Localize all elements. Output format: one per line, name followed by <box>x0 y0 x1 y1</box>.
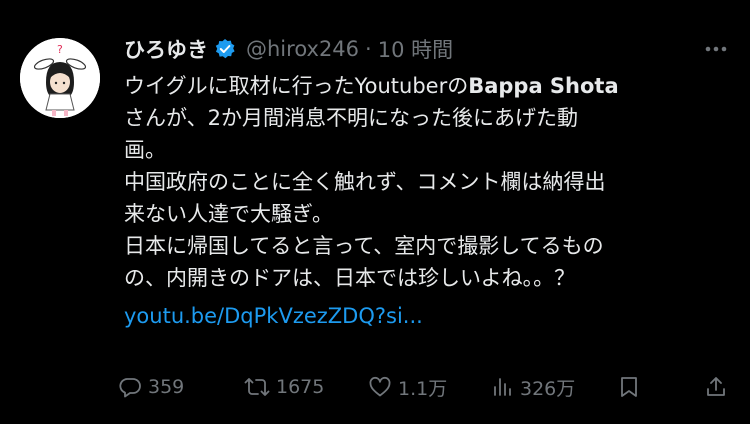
separator-dot: · <box>365 37 372 61</box>
timestamp[interactable]: 10 時間 <box>378 34 453 64</box>
retweet-count: 1675 <box>276 376 325 398</box>
more-icon[interactable] <box>704 37 728 61</box>
retweet-icon <box>244 378 270 396</box>
author-handle[interactable]: @hirox246 <box>246 37 359 61</box>
tweet-text-bold: Bappa Shota <box>468 74 619 98</box>
share-button[interactable] <box>704 371 734 403</box>
tweet-line: さんが、2か月間消息不明になった後にあげた動 <box>124 106 578 130</box>
tweet-line: の、内開きのドアは、日本では珍しいよね。。？ <box>124 266 576 290</box>
tweet-header: ひろゆき @hirox246 · 10 時間 <box>124 32 453 66</box>
tweet-link[interactable]: youtu.be/DqPkVzezZDQ?si... <box>124 300 423 332</box>
svg-text:?: ? <box>57 43 63 56</box>
views-icon <box>494 378 511 396</box>
views-button[interactable]: 326万 <box>492 371 575 403</box>
like-count: 1.1万 <box>398 377 448 400</box>
author-name[interactable]: ひろゆき <box>124 34 208 64</box>
bookmark-icon <box>621 377 637 397</box>
bookmark-button[interactable] <box>618 371 646 403</box>
share-icon <box>707 377 725 396</box>
reply-count: 359 <box>148 376 185 398</box>
views-count: 326万 <box>520 377 576 400</box>
avatar[interactable]: ? <box>20 38 100 118</box>
tweet-line: 日本に帰国してると言って、室内で撮影してるもの <box>124 234 604 258</box>
tweet-text: ウイグルに取材に行ったYoutuberのBappa Shota さんが、2か月間… <box>124 70 736 328</box>
verified-badge-icon <box>214 38 236 60</box>
retweet-button[interactable]: 1675 <box>244 371 324 403</box>
like-button[interactable]: 1.1万 <box>368 371 447 403</box>
tweet-line: ウイグルに取材に行ったYoutuberのBappa Shota <box>124 70 736 102</box>
tweet-line: 画。 <box>124 138 166 162</box>
action-bar: 359 1675 1.1万 326万 <box>118 371 732 403</box>
tweet-line: 中国政府のことに全く触れず、コメント欄は納得出 <box>124 170 606 194</box>
tweet-text-segment: ウイグルに取材に行ったYoutuberの <box>124 74 469 98</box>
reply-button[interactable]: 359 <box>118 371 184 403</box>
like-icon <box>369 376 391 397</box>
tweet-line: 来ない人達で大騒ぎ。 <box>124 202 333 226</box>
reply-icon <box>119 378 141 398</box>
